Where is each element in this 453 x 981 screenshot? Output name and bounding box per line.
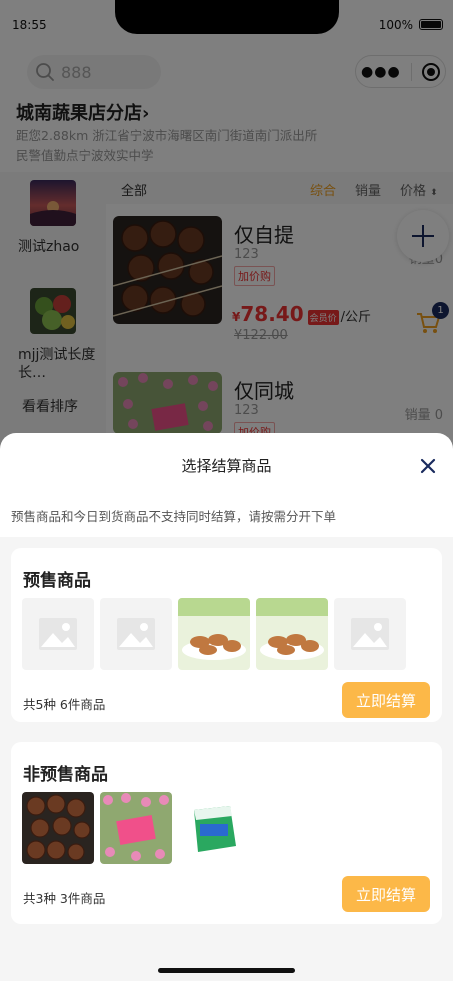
product-thumbnail [100,792,172,864]
group-summary: 共3种 3件商品 [23,891,106,906]
product-thumbnail [100,598,172,670]
product-thumbnail [22,792,94,864]
group-title: 非预售商品 [23,765,108,785]
group-title: 预售商品 [23,571,91,591]
image-placeholder-icon [117,618,155,650]
sheet-title: 选择结算商品 [181,457,272,475]
product-thumbnail [334,598,406,670]
image-placeholder-icon [351,618,389,650]
non-presale-group-card: 非预售商品 共3种 3件商品 立即结算 [11,742,442,924]
close-icon[interactable] [419,457,437,475]
settle-presale-button[interactable]: 立即结算 [342,682,430,718]
product-thumbnails [22,598,406,670]
presale-group-card: 预售商品 共5种 6件商品 立即结算 [11,548,442,722]
settlement-notice: 预售商品和今日到货商品不支持同时结算，请按需分开下单 [0,497,453,537]
product-thumbnail [178,598,250,670]
home-indicator[interactable] [158,968,295,973]
settlement-sheet: 选择结算商品 预售商品和今日到货商品不支持同时结算，请按需分开下单 预售商品 共… [0,433,453,981]
product-thumbnail [256,598,328,670]
image-placeholder-icon [39,618,77,650]
product-thumbnails [22,792,250,864]
settle-non-presale-button[interactable]: 立即结算 [342,876,430,912]
sheet-body: 预售商品 共5种 6件商品 立即结算 非预售商品 共3种 3件商品 立即结算 [0,537,453,981]
product-thumbnail [178,792,250,864]
group-summary: 共5种 6件商品 [23,697,106,712]
product-thumbnail [22,598,94,670]
